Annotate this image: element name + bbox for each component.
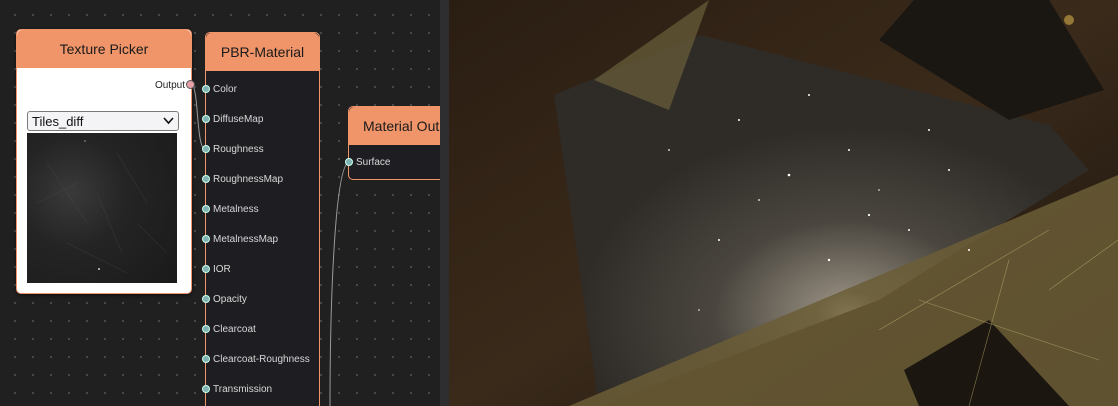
input-socket[interactable] — [202, 145, 210, 153]
input-label: Metalness — [213, 203, 259, 215]
wire-pbr-to-surface — [329, 161, 350, 406]
input-label: Surface — [356, 156, 391, 168]
input-socket[interactable] — [202, 265, 210, 273]
input-label: Transmission — [213, 383, 273, 395]
texture-preview — [27, 133, 177, 283]
material-output-node[interactable]: Material Output Surface — [345, 106, 440, 180]
texture-preview-noise — [36, 140, 168, 274]
input-label: IOR — [213, 263, 231, 275]
texture-select-value: Tiles_diff — [32, 113, 84, 129]
input-socket[interactable] — [202, 385, 210, 393]
input-socket[interactable] — [345, 158, 353, 166]
input-label: DiffuseMap — [213, 113, 264, 125]
input-label: MetalnessMap — [213, 233, 279, 245]
input-socket[interactable] — [202, 175, 210, 183]
node-title[interactable]: PBR-Material — [206, 33, 319, 71]
3d-viewport[interactable] — [449, 0, 1118, 406]
input-socket[interactable] — [202, 205, 210, 213]
texture-picker-node[interactable]: Texture Picker Output Tiles_diff — [16, 29, 195, 294]
input-label: Roughness — [213, 143, 264, 155]
node-title[interactable]: Material Output — [349, 107, 440, 145]
input-label: Opacity — [213, 293, 247, 305]
input-label: RoughnessMap — [213, 173, 284, 185]
input-label: Clearcoat — [213, 323, 256, 335]
input-socket[interactable] — [202, 295, 210, 303]
input-socket[interactable] — [202, 355, 210, 363]
input-socket[interactable] — [202, 235, 210, 243]
node-editor-canvas[interactable]: Texture Picker Output Tiles_diff PBR-Mat… — [0, 0, 440, 406]
input-socket[interactable] — [202, 115, 210, 123]
pbr-material-node[interactable]: PBR-Material Color DiffuseMap Roughness Rou… — [202, 32, 320, 406]
panel-divider[interactable] — [440, 0, 449, 406]
input-label: Clearcoat-Roughness — [213, 353, 310, 365]
input-socket[interactable] — [202, 85, 210, 93]
output-socket[interactable] — [186, 80, 195, 89]
texture-select[interactable]: Tiles_diff — [27, 111, 179, 131]
output-label: Output — [154, 80, 185, 91]
chevron-down-icon — [163, 117, 174, 125]
input-socket[interactable] — [202, 325, 210, 333]
node-title[interactable]: Texture Picker — [17, 30, 191, 68]
input-label: Color — [213, 83, 237, 95]
scene-render — [449, 0, 1118, 406]
